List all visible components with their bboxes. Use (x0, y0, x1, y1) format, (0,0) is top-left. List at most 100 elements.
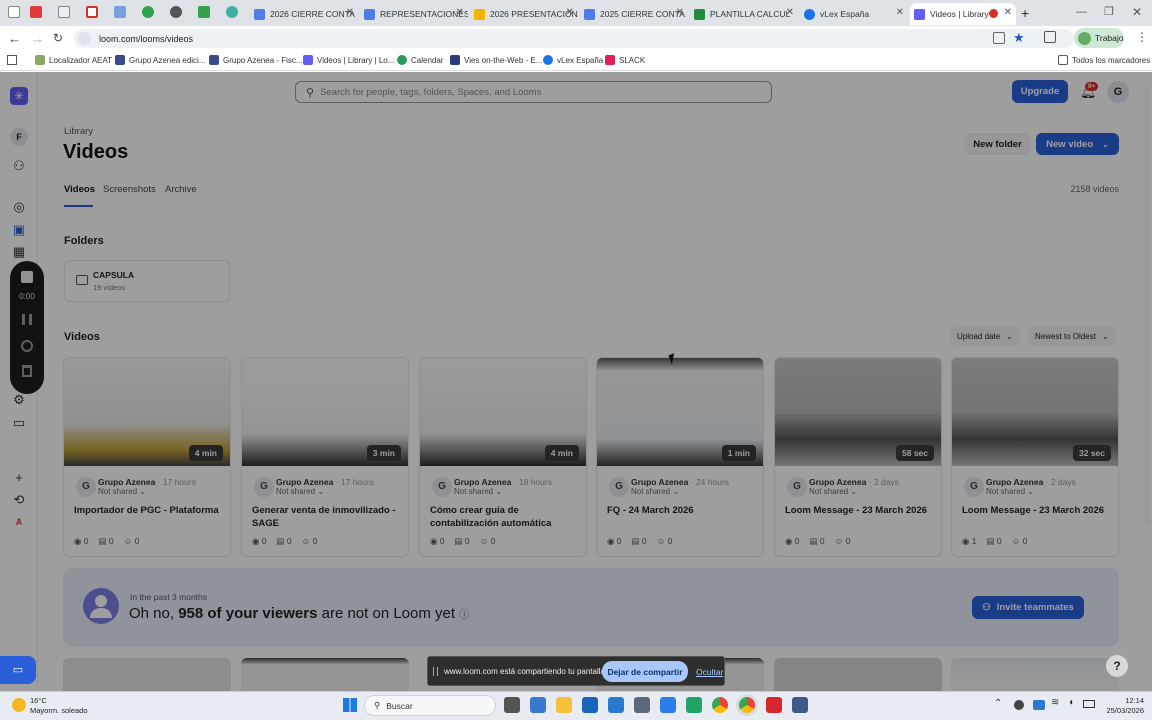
back-icon[interactable]: ← (8, 31, 21, 46)
browser-tab-strip: 2026 CIERRE CONTA ✕ REPRESENTACIONES ✕ 202… (0, 0, 1152, 26)
excel-icon[interactable] (686, 697, 702, 713)
site-info-icon[interactable] (78, 32, 91, 45)
weather-desc[interactable]: Mayorm. soleado (30, 706, 88, 715)
docs-icon (584, 8, 595, 20)
page-scrollbar[interactable] (1145, 86, 1150, 526)
drag-handle-icon[interactable] (433, 667, 438, 676)
battery-icon[interactable] (1083, 700, 1095, 708)
calendar-icon (397, 55, 407, 65)
chrome-active-icon[interactable] (739, 697, 755, 713)
tab-cierre-conta-2025[interactable]: 2025 CIERRE CONTA ✕ (580, 3, 688, 25)
volume-icon[interactable]: ◖ (1068, 697, 1074, 708)
close-tab-icon[interactable]: ✕ (1004, 7, 1012, 18)
tab-loom-library[interactable]: Videos | Library ✕ (910, 3, 1016, 25)
bookmark-videos-library[interactable]: Videos | Library | Lo... (303, 55, 394, 65)
bookmark-calendar[interactable]: Calendar (397, 55, 443, 65)
bookmark-vlex[interactable]: vLex España (543, 55, 603, 65)
app-calc-icon[interactable] (530, 697, 546, 713)
vlex-icon (543, 55, 553, 65)
close-tab-icon[interactable]: ✕ (566, 7, 574, 18)
camera-toggle-icon[interactable]: ▭ (0, 656, 36, 684)
onedrive-icon[interactable] (1033, 700, 1045, 710)
docs-icon (254, 8, 265, 20)
profile-chip[interactable]: Trabajo (1074, 28, 1124, 48)
tab-presentacion[interactable]: 2026 PRESENTACIÓN ✕ (470, 3, 578, 25)
close-tab-icon[interactable]: ✕ (346, 7, 354, 18)
chrome-icon[interactable] (712, 697, 728, 713)
tab-cierre-conta[interactable]: 2026 CIERRE CONTA ✕ (250, 3, 358, 25)
file-explorer-icon[interactable] (556, 697, 572, 713)
close-window-icon[interactable]: ✕ (1132, 5, 1142, 19)
app-icon[interactable] (582, 697, 598, 713)
close-tab-icon[interactable]: ✕ (786, 7, 794, 18)
tab-vlex[interactable]: vLex España ✕ (800, 3, 908, 25)
screen-share-bar: www.loom.com está compartiendo tu pantal… (427, 656, 725, 686)
tray-app-icon[interactable] (1014, 700, 1024, 710)
aeat-icon (35, 55, 45, 65)
app-icon[interactable] (634, 697, 650, 713)
sheets-icon (694, 8, 705, 20)
pinned-tab-b-icon[interactable] (58, 6, 70, 18)
recording-indicator-icon (989, 9, 998, 18)
close-tab-icon[interactable]: ✕ (676, 7, 684, 18)
bookmark-vies[interactable]: Vies on-the-Web - E... (450, 55, 542, 65)
share-message: www.loom.com está compartiendo tu pantal… (444, 667, 608, 676)
maximize-icon[interactable]: ❐ (1104, 5, 1114, 18)
pinned-tab-pdf-icon[interactable] (30, 6, 42, 18)
app-icon[interactable] (792, 697, 808, 713)
reload-icon[interactable]: ↻ (53, 31, 63, 45)
outlook-icon[interactable] (608, 697, 624, 713)
bookmark-slack[interactable]: SLACK (605, 55, 645, 65)
eu-icon (450, 55, 460, 65)
loom-icon (303, 55, 313, 65)
pinned-tab-sheets-icon[interactable] (198, 6, 210, 18)
site-icon (115, 55, 125, 65)
tray-chevron-icon[interactable]: ⌃ (994, 698, 1002, 709)
bookmark-star-icon[interactable]: ★ (1013, 30, 1025, 46)
wifi-icon[interactable]: ≋ (1051, 697, 1059, 708)
extensions-icon[interactable] (1044, 31, 1056, 43)
docs-icon (364, 8, 375, 20)
stop-sharing-button[interactable]: Dejar de compartir (602, 661, 688, 682)
task-view-icon[interactable] (504, 697, 520, 713)
tab-representaciones[interactable]: REPRESENTACIONES ✕ (360, 3, 468, 25)
pinned-tab-gmail-icon[interactable] (86, 6, 98, 18)
tab-search-icon[interactable] (8, 6, 20, 18)
bookmark-localizador[interactable]: Localizador AEAT (35, 55, 112, 65)
help-button[interactable]: ? (1106, 655, 1128, 677)
address-bar[interactable]: loom.com/looms/videos (74, 29, 1074, 48)
pinned-tab-app-icon[interactable] (226, 6, 238, 18)
windows-start-icon[interactable] (343, 698, 357, 712)
pinned-tab-doc-icon[interactable] (114, 6, 126, 18)
bookmark-grupo-azenea-edici[interactable]: Grupo Azenea edici... (115, 55, 206, 65)
close-tab-icon[interactable]: ✕ (896, 7, 904, 18)
loom-icon (914, 8, 925, 20)
hide-link[interactable]: Ocultar (696, 667, 723, 677)
forward-icon[interactable]: → (31, 31, 44, 46)
folder-icon (1058, 55, 1068, 65)
windows-taskbar (0, 691, 1152, 720)
new-tab-icon[interactable]: + (1021, 5, 1029, 21)
search-icon: ⚲ (374, 700, 381, 710)
pinned-tab-drive-icon[interactable] (142, 6, 154, 18)
clock-time[interactable]: 12:14 (1104, 696, 1144, 705)
bookmark-grupo-azenea-fisc[interactable]: Grupo Azenea - Fisc... (209, 55, 303, 65)
browser-menu-icon[interactable]: ⋮ (1136, 30, 1148, 44)
clock-date[interactable]: 25/03/2026 (1100, 706, 1144, 715)
taskbar-search[interactable]: ⚲ Buscar (364, 695, 496, 716)
app-icon[interactable] (660, 697, 676, 713)
translate-icon[interactable] (993, 32, 1005, 44)
vlex-icon (804, 8, 815, 20)
minimize-icon[interactable]: — (1076, 6, 1087, 18)
pinned-tab-github-icon[interactable] (170, 6, 182, 18)
weather-sun-icon[interactable] (12, 698, 26, 712)
acrobat-icon[interactable] (766, 697, 782, 713)
slack-icon (605, 55, 615, 65)
apps-grid-icon[interactable] (7, 55, 17, 65)
all-bookmarks[interactable]: Todos los marcadores (1058, 55, 1150, 65)
dimming-overlay (0, 72, 1152, 691)
close-tab-icon[interactable]: ✕ (456, 7, 464, 18)
slides-icon (474, 8, 485, 20)
weather-temp[interactable]: 16°C (30, 696, 47, 705)
tab-plantilla[interactable]: PLANTILLA CALCUL ✕ (690, 3, 798, 25)
